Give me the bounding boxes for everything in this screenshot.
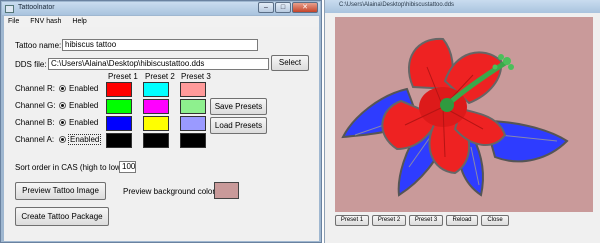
load-presets-button[interactable]: Load Presets xyxy=(210,117,267,134)
channel-r-enabled[interactable]: Enabled xyxy=(69,84,98,93)
sort-order-input[interactable]: 100 xyxy=(119,161,136,173)
sort-order-label: Sort order in CAS (high to low): xyxy=(15,163,126,172)
menu-fnv-hash[interactable]: FNV hash xyxy=(30,16,61,27)
channel-r-preset-1-swatch[interactable] xyxy=(106,82,132,97)
channel-a-preset-1-swatch[interactable] xyxy=(106,133,132,148)
channel-a-preset-2-swatch[interactable] xyxy=(143,133,169,148)
tattoo-name-label: Tattoo name: xyxy=(15,41,62,50)
channel-g-preset-2-swatch[interactable] xyxy=(143,99,169,114)
channel-r-preset-2-swatch[interactable] xyxy=(143,82,169,97)
preview-bg-label: Preview background color: xyxy=(123,187,218,196)
preview-bg-color-swatch[interactable] xyxy=(214,182,239,199)
channel-g-preset-1-swatch[interactable] xyxy=(106,99,132,114)
preset-3-header: Preset 3 xyxy=(181,72,211,81)
channel-b-enabled[interactable]: Enabled xyxy=(69,118,98,127)
create-tattoo-package-button[interactable]: Create Tattoo Package xyxy=(15,207,109,226)
channel-a-radio[interactable] xyxy=(59,136,66,143)
reload-button[interactable]: Reload xyxy=(446,215,478,226)
channel-g-enabled[interactable]: Enabled xyxy=(69,101,98,110)
save-presets-button[interactable]: Save Presets xyxy=(210,98,267,115)
channel-g-label: Channel G: xyxy=(15,101,56,110)
tattoo-preview-image xyxy=(335,17,593,212)
preview-preset-2-button[interactable]: Preset 2 xyxy=(372,215,406,226)
menu-help[interactable]: Help xyxy=(72,16,86,27)
menu-bar: File FNV hash Help xyxy=(4,16,319,27)
app-icon xyxy=(5,5,14,13)
preset-1-header: Preset 1 xyxy=(108,72,138,81)
hibiscus-flower-image xyxy=(341,37,569,197)
channel-a-enabled[interactable]: Enabled xyxy=(68,134,102,145)
main-window: Tattoolnator – □ ✕ File FNV hash Help Ta… xyxy=(0,0,322,243)
channel-b-preset-1-swatch[interactable] xyxy=(106,116,132,131)
channel-b-radio[interactable] xyxy=(59,119,66,126)
window-title: Tattoolnator xyxy=(18,4,55,11)
channel-b-label: Channel B: xyxy=(15,118,55,127)
channel-r-radio[interactable] xyxy=(59,85,66,92)
preview-title-bar[interactable]: C:\Users\Alaina\Desktop\hibiscustattoo.d… xyxy=(325,0,600,13)
channel-r-label: Channel R: xyxy=(15,84,56,93)
close-preview-button[interactable]: Close xyxy=(481,215,509,226)
preview-preset-3-button[interactable]: Preset 3 xyxy=(409,215,443,226)
preview-window: C:\Users\Alaina\Desktop\hibiscustattoo.d… xyxy=(324,0,600,243)
channel-r-preset-3-swatch[interactable] xyxy=(180,82,206,97)
dds-file-input[interactable]: C:\Users\Alaina\Desktop\hibiscustattoo.d… xyxy=(48,58,269,70)
minimize-button[interactable]: – xyxy=(258,2,274,13)
menu-file[interactable]: File xyxy=(8,16,19,27)
channel-g-radio[interactable] xyxy=(59,102,66,109)
channel-g-preset-3-swatch[interactable] xyxy=(180,99,206,114)
channel-a-label: Channel A: xyxy=(15,135,55,144)
form-panel: Tattoo name: hibiscus tattoo DDS file: C… xyxy=(4,27,319,241)
select-button[interactable]: Select xyxy=(271,55,309,71)
channel-b-preset-3-swatch[interactable] xyxy=(180,116,206,131)
preview-tattoo-button[interactable]: Preview Tattoo Image xyxy=(15,182,106,200)
close-window-button[interactable]: ✕ xyxy=(292,2,318,13)
channel-b-preset-2-swatch[interactable] xyxy=(143,116,169,131)
preset-2-header: Preset 2 xyxy=(145,72,175,81)
tattoo-name-input[interactable]: hibiscus tattoo xyxy=(62,39,258,51)
channel-a-preset-3-swatch[interactable] xyxy=(180,133,206,148)
preview-preset-1-button[interactable]: Preset 1 xyxy=(335,215,369,226)
preview-window-title: C:\Users\Alaina\Desktop\hibiscustattoo.d… xyxy=(339,2,455,8)
dds-file-label: DDS file: xyxy=(15,60,47,69)
maximize-button[interactable]: □ xyxy=(275,2,291,13)
title-bar[interactable]: Tattoolnator – □ ✕ xyxy=(2,2,320,15)
